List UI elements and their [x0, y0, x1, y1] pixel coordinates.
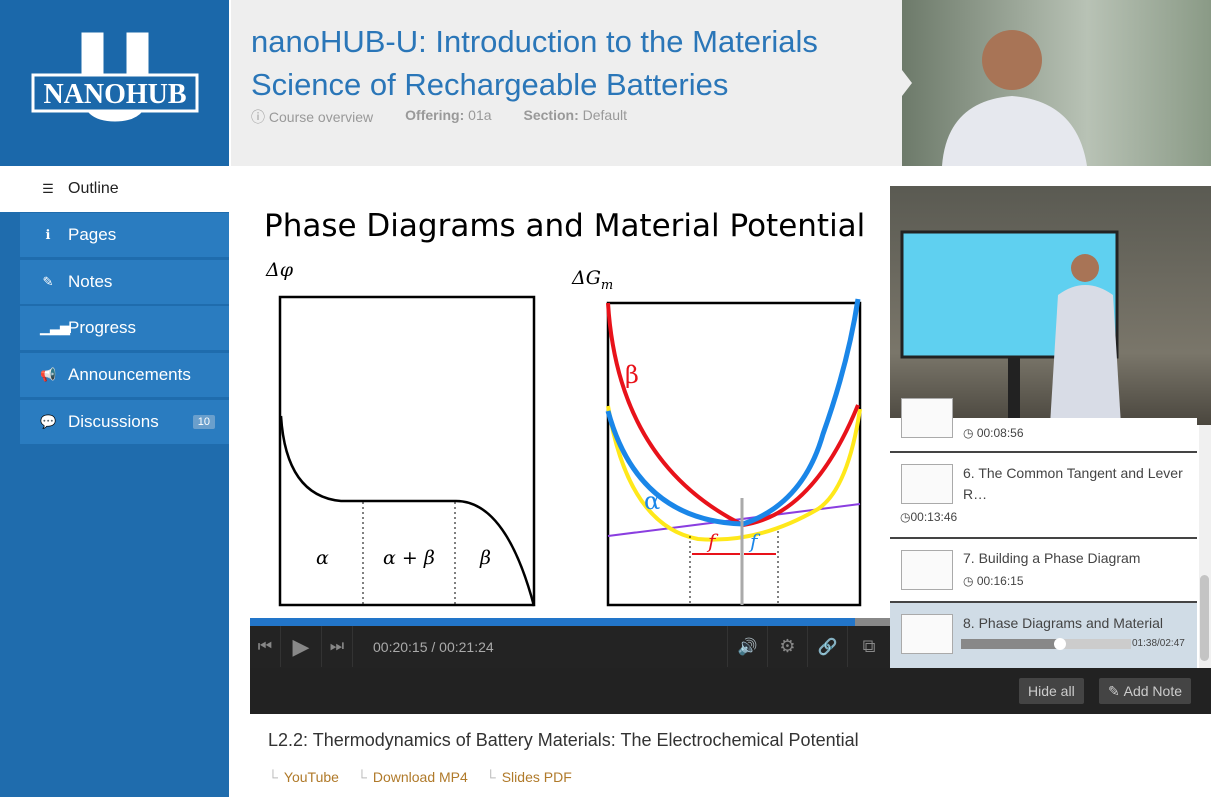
- course-overview-link[interactable]: ⓘ Course overview: [251, 107, 373, 127]
- section-value: Default: [582, 107, 627, 123]
- popout-icon: ⧉: [862, 636, 876, 656]
- sidebar-item-progress[interactable]: ▁▃▅ Progress: [20, 306, 229, 350]
- thumbnail: [901, 614, 953, 654]
- sidebar-item-pages[interactable]: ℹ Pages: [20, 213, 229, 257]
- list-icon: ☰: [42, 181, 54, 196]
- time-display: 00:20:15 / 00:21:24: [353, 626, 728, 667]
- sidebar-item-label: Notes: [68, 272, 113, 291]
- notes-toolbar: Hide all ✎ Add Note: [250, 668, 1211, 714]
- popout-button[interactable]: ⧉: [848, 626, 890, 667]
- youtube-link[interactable]: └ YouTube: [268, 769, 339, 785]
- player-controls: ⏮ ▶ ⏭ 00:20:15 / 00:21:24 🔊 ⚙ 🔗 ⧉: [250, 626, 890, 668]
- section-label: Section:: [523, 107, 579, 123]
- add-note-label: Add Note: [1123, 683, 1182, 699]
- thumbnail: [901, 464, 953, 504]
- skip-forward-icon: ⏭: [329, 637, 345, 655]
- slides-pdf-link[interactable]: └ Slides PDF: [486, 769, 572, 785]
- overview-label: Course overview: [268, 109, 374, 125]
- add-note-button[interactable]: ✎ Add Note: [1099, 678, 1191, 704]
- item-time: 00:08:56: [976, 426, 1024, 440]
- playlist-item[interactable]: ◷ 00:08:56: [890, 398, 1197, 453]
- video-progress-bar[interactable]: [250, 618, 890, 626]
- slide-title: Phase Diagrams and Material Potential: [264, 208, 865, 244]
- chat-icon: 💬: [40, 414, 57, 429]
- alpha-beta-label: α + β: [383, 547, 435, 569]
- next-button[interactable]: ⏭: [322, 626, 353, 667]
- sidebar-item-label: Progress: [68, 318, 137, 337]
- nanohub-logo[interactable]: NANOHUB: [0, 0, 229, 166]
- scrollbar-thumb[interactable]: [1200, 575, 1209, 661]
- item-progress-knob[interactable]: [1054, 638, 1067, 650]
- course-title[interactable]: nanoHUB-U: Introduction to the Materials…: [251, 20, 891, 106]
- alpha-label: α: [316, 547, 329, 569]
- item-time: 00:13:46: [910, 510, 958, 524]
- right-axis-label: ΔGm: [571, 267, 613, 293]
- item-title: 8. Phase Diagrams and Material: [963, 615, 1163, 631]
- link-label: Download MP4: [372, 769, 468, 785]
- alpha-curve-label: α: [644, 487, 660, 515]
- sidebar-item-discussions[interactable]: 💬 Discussions 10: [20, 400, 229, 444]
- sidebar-item-outline[interactable]: ☰ Outline: [0, 166, 229, 212]
- course-header: nanoHUB-U: Introduction to the Materials…: [231, 0, 902, 166]
- megaphone-icon: 📢: [40, 367, 57, 382]
- play-button[interactable]: ▶: [281, 626, 322, 667]
- edit-icon: ✎: [42, 274, 54, 289]
- video-slide[interactable]: Phase Diagrams and Material Potential Δφ…: [250, 186, 890, 626]
- beta-label: β: [479, 547, 491, 569]
- playlist-item-active[interactable]: 8. Phase Diagrams and Material 01:38/02:…: [890, 603, 1197, 668]
- presenter-video[interactable]: [890, 186, 1211, 425]
- offering-value: 01a: [468, 107, 492, 123]
- playlist-scrollbar[interactable]: [1199, 425, 1211, 668]
- offering-label: Offering:: [405, 107, 465, 123]
- link-icon: 🔗: [817, 638, 838, 656]
- download-mp4-link[interactable]: └ Download MP4: [357, 769, 468, 785]
- previous-button[interactable]: ⏮: [250, 626, 281, 667]
- sidebar: NANOHUB ☰ Outline ℹ Pages ✎ Notes ▁▃▅ Progre…: [0, 0, 229, 797]
- link-button[interactable]: 🔗: [808, 626, 848, 667]
- playlist-item[interactable]: 6. The Common Tangent and Lever R… ◷00:13…: [890, 453, 1197, 539]
- sidebar-item-announcements[interactable]: 📢 Announcements: [20, 353, 229, 397]
- item-time: 01:38/02:47: [1132, 638, 1185, 649]
- discussions-count-badge: 10: [192, 415, 215, 429]
- clock-time: ◷ 00:08:56: [963, 426, 1024, 440]
- item-title: 6. The Common Tangent and Lever R…: [963, 465, 1183, 502]
- info-icon: ℹ: [45, 227, 51, 242]
- volume-button[interactable]: 🔊: [728, 626, 768, 667]
- course-meta: ⓘ Course overview Offering: 01a Section:…: [251, 107, 627, 127]
- skip-back-icon: ⏮: [257, 637, 273, 655]
- section: Section: Default: [524, 107, 627, 127]
- thumbnail: [901, 398, 953, 438]
- link-label: YouTube: [283, 769, 339, 785]
- sidebar-item-notes[interactable]: ✎ Notes: [20, 260, 229, 304]
- signal-icon: ▁▃▅: [40, 320, 70, 335]
- hide-all-button[interactable]: Hide all: [1019, 678, 1084, 704]
- left-axis-label: Δφ: [265, 259, 294, 281]
- sidebar-item-label: Outline: [68, 180, 119, 197]
- item-progress-bar[interactable]: [961, 638, 1131, 650]
- svg-text:NANOHUB: NANOHUB: [43, 79, 186, 110]
- settings-button[interactable]: ⚙: [768, 626, 808, 667]
- clock-time: ◷00:13:46: [900, 510, 958, 524]
- offering: Offering: 01a: [405, 107, 491, 127]
- playlist-item[interactable]: 7. Building a Phase Diagram ◷ 00:16:15: [890, 539, 1197, 603]
- beta-curve-label: β: [625, 361, 639, 389]
- playlist-panel: ◷ 00:08:56 6. The Common Tangent and Lev…: [890, 186, 1211, 668]
- sidebar-item-label: Discussions: [68, 412, 159, 431]
- volume-icon: 🔊: [737, 638, 758, 656]
- instructor-photo: [902, 0, 1211, 166]
- lecture-links: └ YouTube └ Download MP4 └ Slides PDF: [268, 769, 572, 785]
- play-icon: ▶: [292, 633, 310, 659]
- sidebar-item-label: Pages: [68, 225, 117, 244]
- gear-icon: ⚙: [779, 636, 796, 656]
- video-progress-fill: [250, 618, 855, 626]
- lecture-title: L2.2: Thermodynamics of Battery Material…: [268, 730, 859, 750]
- item-time: 00:16:15: [976, 574, 1024, 588]
- edit-icon: ✎: [1108, 682, 1124, 699]
- sidebar-item-label: Announcements: [68, 365, 191, 384]
- link-label: Slides PDF: [501, 769, 572, 785]
- thumbnail: [901, 550, 953, 590]
- item-title: 7. Building a Phase Diagram: [963, 550, 1141, 566]
- clock-time: ◷ 00:16:15: [963, 574, 1024, 588]
